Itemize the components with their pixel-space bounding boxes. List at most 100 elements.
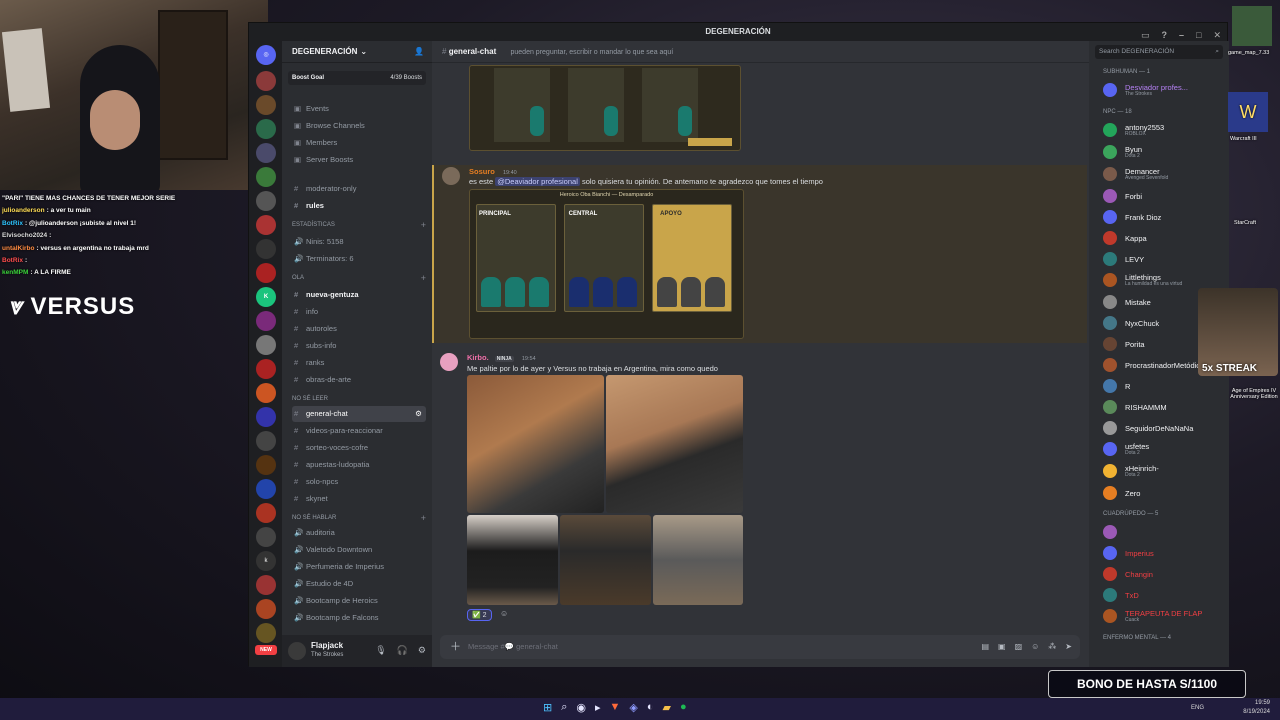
channel-item[interactable]: # rules <box>292 198 426 214</box>
member-name[interactable]: ProcrastinadorMetódico <box>1125 361 1204 370</box>
avatar[interactable] <box>1103 252 1117 266</box>
microphone-icon[interactable]: 🎙 <box>375 645 386 656</box>
avatar[interactable] <box>1103 231 1117 245</box>
category-header[interactable]: NO SÉ LEER <box>292 396 328 402</box>
media-icon[interactable]: ▸ <box>595 701 601 714</box>
emoji-icon[interactable]: ☺ <box>1031 635 1039 659</box>
channel-item[interactable]: # info <box>292 304 426 320</box>
channel-item[interactable]: 🔊 Bootcamp de Falcons <box>292 610 426 626</box>
server-icon[interactable] <box>256 263 276 283</box>
channel-item[interactable]: # nueva-gentuza <box>292 287 426 303</box>
member-name[interactable]: TxD <box>1125 591 1139 600</box>
avatar[interactable] <box>1103 421 1117 435</box>
member-item[interactable]: Demancer Avenged Sevenfold <box>1103 165 1227 183</box>
avatar[interactable] <box>1103 588 1117 602</box>
server-icon[interactable] <box>256 167 276 187</box>
server-icon[interactable] <box>256 359 276 379</box>
avatar[interactable] <box>1103 295 1117 309</box>
server-icon[interactable] <box>256 503 276 523</box>
avatar[interactable] <box>1103 189 1117 203</box>
user-mention[interactable]: @Deaviador profesional <box>495 177 580 186</box>
photo-chair-box[interactable] <box>467 375 604 513</box>
avatar[interactable] <box>288 642 306 660</box>
member-name[interactable]: Forbi <box>1125 192 1142 201</box>
channel-item[interactable]: 🔊 Bootcamp de Heroics <box>292 593 426 609</box>
category-header[interactable]: Estadísticas <box>292 222 335 228</box>
server-icon[interactable] <box>256 527 276 547</box>
member-item[interactable]: Desviador profes... The Strokes <box>1103 81 1227 99</box>
avatar[interactable] <box>1103 609 1117 623</box>
photo-chair-assembled[interactable] <box>467 515 558 605</box>
server-icon[interactable] <box>256 575 276 595</box>
server-icon[interactable] <box>256 623 276 643</box>
channel-item[interactable]: # moderator-only <box>292 181 426 197</box>
avatar[interactable] <box>1103 400 1117 414</box>
search-icon[interactable]: ⌕ <box>561 701 567 714</box>
brave-icon[interactable]: ▼ <box>610 701 621 714</box>
reaction[interactable]: ✅ 2 <box>467 609 492 621</box>
settings-icon[interactable]: ⚙ <box>415 406 422 422</box>
channel-item[interactable]: 🔊 Ninis: 5158 <box>292 234 426 250</box>
member-item[interactable]: SeguidorDeNaNaNa <box>1103 419 1227 437</box>
nav-link[interactable]: ▣ Events <box>292 101 426 117</box>
discord-icon[interactable]: ◈ <box>629 701 637 714</box>
avatar[interactable] <box>1103 546 1117 560</box>
channel-item[interactable]: # subs-info <box>292 338 426 354</box>
member-item[interactable]: usfetes Dota 2 <box>1103 440 1227 458</box>
channel-item[interactable]: # apuestas-ludopatia <box>292 457 426 473</box>
add-channel-icon[interactable]: + <box>421 220 426 230</box>
channel-item[interactable]: 🔊 Estudio de 4D <box>292 576 426 592</box>
member-item[interactable]: Kappa <box>1103 229 1227 247</box>
member-item[interactable]: Zero <box>1103 484 1227 502</box>
channel-item[interactable]: # solo-npcs <box>292 474 426 490</box>
channel-item[interactable]: 🔊 Valetodo Downtown <box>292 542 426 558</box>
message-author[interactable]: Sosuro <box>469 167 495 176</box>
message-image[interactable]: Heroico Oba Bianchi — Desamparado PRINCI… <box>469 189 744 339</box>
member-name[interactable]: RISHAMMM <box>1125 403 1167 412</box>
member-item[interactable]: LEVY <box>1103 250 1227 268</box>
server-icon[interactable] <box>256 95 276 115</box>
channel-item[interactable]: 🔊 Perfumeria de Imperius <box>292 559 426 575</box>
desktop-icon-map[interactable] <box>1232 6 1272 46</box>
settings-icon[interactable]: ⚙ <box>418 645 426 656</box>
member-name[interactable]: Frank Dioz <box>1125 213 1161 222</box>
start-icon[interactable]: ⊞ <box>543 701 552 714</box>
sticker-icon[interactable]: ▨ <box>1015 635 1023 659</box>
nav-link[interactable]: ▣ Members <box>292 135 426 151</box>
home-icon[interactable]: ◎ <box>256 45 276 65</box>
avatar[interactable] <box>1103 123 1117 137</box>
message-author[interactable]: Kirbo. <box>467 353 489 362</box>
member-item[interactable]: antony2553 ROBLOX <box>1103 121 1227 139</box>
member-name[interactable]: Zero <box>1125 489 1140 498</box>
avatar[interactable] <box>1103 337 1117 351</box>
avatar[interactable] <box>1103 167 1117 181</box>
member-item[interactable]: Imperius <box>1103 544 1227 562</box>
server-icon[interactable] <box>256 119 276 139</box>
add-reaction-icon[interactable]: ☺ <box>500 609 508 618</box>
server-icon[interactable] <box>256 479 276 499</box>
avatar[interactable] <box>1103 464 1117 478</box>
photo-chair-room[interactable] <box>560 515 651 605</box>
channel-item[interactable]: # obras-de-arte <box>292 372 426 388</box>
message[interactable]: Kirbo. NINJA 19:54 Me paltie por lo de a… <box>432 351 1087 627</box>
channel-item[interactable]: # autoroles <box>292 321 426 337</box>
avatar[interactable] <box>440 353 458 371</box>
avatar[interactable] <box>1103 145 1117 159</box>
warcraft-icon[interactable]: W <box>1228 92 1268 132</box>
avatar[interactable] <box>1103 379 1117 393</box>
member-item[interactable]: Byun Dota 2 <box>1103 143 1227 161</box>
avatar[interactable] <box>1103 525 1117 539</box>
steam-icon[interactable]: ◐ <box>647 701 654 714</box>
category-header[interactable]: NO SÉ HABLAR <box>292 515 336 521</box>
category-header[interactable]: ola <box>292 275 304 281</box>
channel-item[interactable]: # skynet <box>292 491 426 507</box>
server-icon[interactable] <box>256 431 276 451</box>
avatar[interactable] <box>1103 273 1117 287</box>
member-name[interactable]: SeguidorDeNaNaNa <box>1125 424 1193 433</box>
system-tray[interactable]: ENG 19:59 8/19/2024 <box>1191 699 1270 717</box>
nav-link[interactable]: ▣ Browse Channels <box>292 118 426 134</box>
server-icon[interactable] <box>256 143 276 163</box>
spotify-icon[interactable]: ● <box>680 701 687 714</box>
gift-icon[interactable]: ▤ <box>981 635 989 659</box>
member-item[interactable]: Forbi <box>1103 187 1227 205</box>
